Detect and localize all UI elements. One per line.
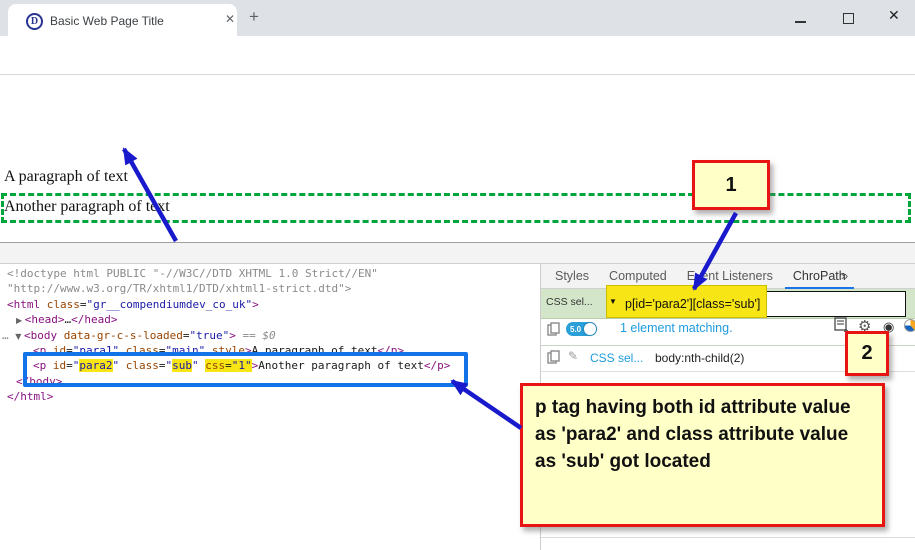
code-line[interactable]: <html class="gr__compendiumdev_co_uk">	[0, 297, 540, 312]
code-token: </head>	[71, 313, 118, 327]
selector-type-dropdown[interactable]: CSS sel...	[546, 296, 593, 308]
devtools-toolbar: ElementsConsoleSourcesNetworkPerformance…	[0, 242, 915, 507]
annotation-step-2: 2	[845, 331, 889, 376]
code-token: </html>	[7, 390, 54, 404]
code-line[interactable]: ▶ <head>…</head>	[0, 312, 540, 327]
code-token: =	[182, 328, 190, 342]
code-token: ▼	[15, 331, 24, 341]
code-token: "true"	[189, 328, 230, 342]
favicon-icon: D	[26, 13, 43, 30]
panel-bottom-divider	[541, 537, 915, 538]
window-minimize-button[interactable]	[795, 21, 806, 23]
code-token: "http://www.w3.org/TR/xhtml1/DTD/xhtml1-…	[7, 282, 352, 296]
code-token: …	[2, 328, 16, 342]
code-token: class	[46, 297, 80, 311]
browser-toolbar: ← → ↻ ⓘ Not secure compendiumdev.co.uk/s…	[0, 36, 915, 105]
version-label: 5.0	[570, 325, 582, 334]
tab-title: Basic Web Page Title	[50, 14, 164, 28]
result-selector-type[interactable]: CSS sel...	[590, 351, 643, 365]
toggle-knob	[584, 323, 596, 335]
result-selector-value: body:nth-child(2)	[655, 351, 745, 365]
version-toggle[interactable]: 5.0	[566, 322, 597, 336]
paragraph-2: Another paragraph of text	[4, 198, 170, 215]
new-tab-button[interactable]: +	[249, 7, 259, 27]
code-token: == $0	[235, 328, 276, 342]
elements-panel: <!doctype html PUBLIC "-//W3C//DTD XHTML…	[0, 264, 540, 550]
more-tabs-icon[interactable]: »	[841, 268, 848, 283]
selector-query-text: p[id='para2'][class='sub']	[625, 297, 761, 311]
annotation-callout: p tag having both id attribute value as …	[520, 383, 885, 527]
code-line[interactable]: </html>	[0, 389, 540, 404]
code-token: <!doctype html PUBLIC "-//W3C//DTD XHTML…	[7, 267, 378, 280]
annotation-step-1: 1	[692, 160, 770, 210]
code-token: =	[79, 297, 87, 311]
code-token: data-gr-c-s-loaded	[63, 328, 183, 342]
code-line[interactable]: <!doctype html PUBLIC "-//W3C//DTD XHTML…	[0, 266, 540, 281]
code-token: >	[229, 328, 236, 342]
web-page: A paragraph of text Another paragraph of…	[0, 76, 915, 242]
window-close-button[interactable]: ✕	[888, 7, 900, 24]
code-token: <html	[7, 297, 41, 311]
tab-close-icon[interactable]: ✕	[222, 12, 238, 26]
copy-icon[interactable]	[547, 350, 560, 364]
code-token: ▶	[16, 316, 25, 326]
code-token: "gr__compendiumdev_co_uk"	[86, 297, 253, 311]
dropdown-arrow-icon[interactable]: ▼	[609, 297, 617, 306]
code-line[interactable]: "http://www.w3.org/TR/xhtml1/DTD/xhtml1-…	[0, 281, 540, 296]
paragraph-1: A paragraph of text	[4, 168, 128, 185]
match-count-text: 1 element matching.	[620, 321, 733, 335]
browser-tab[interactable]: D Basic Web Page Title ✕	[8, 4, 237, 36]
code-token: >	[252, 297, 259, 311]
code-token: <head>	[24, 313, 65, 327]
copy-icon[interactable]	[547, 322, 560, 336]
side-tab-styles[interactable]: Styles	[545, 265, 599, 288]
tab-strip: D Basic Web Page Title ✕ + ✕	[0, 0, 915, 36]
code-token: <body	[23, 328, 58, 342]
edit-pencil-icon[interactable]: ✎	[568, 349, 578, 363]
chropath-logo-icon	[904, 319, 915, 332]
window-maximize-button[interactable]	[843, 13, 854, 24]
selected-element-rectangle	[23, 352, 468, 387]
code-line[interactable]: … ▼ <body data-gr-c-s-loaded="true"> == …	[0, 328, 540, 343]
